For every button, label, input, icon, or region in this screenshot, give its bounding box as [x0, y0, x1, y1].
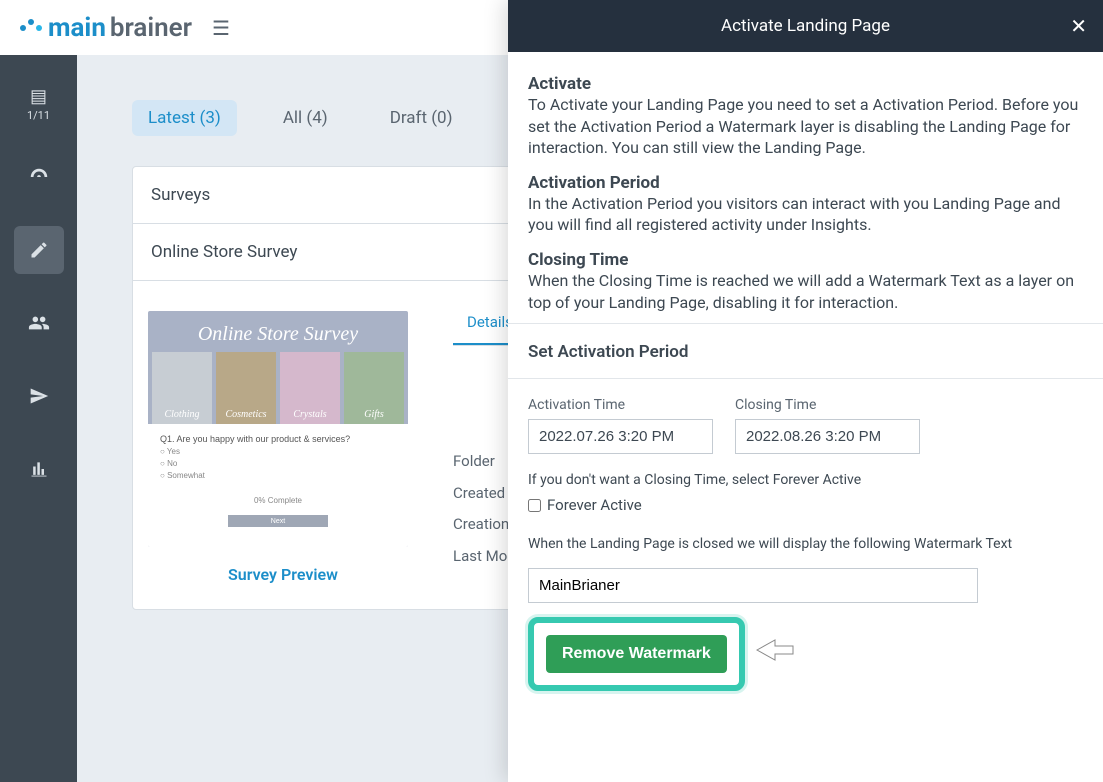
sidebar: ▤ 1/11	[0, 55, 77, 782]
survey-preview-column: Online Store Survey Clothing Cosmetics C…	[133, 281, 433, 609]
highlight-box: Remove Watermark	[528, 617, 745, 691]
closing-time-input[interactable]	[735, 419, 920, 454]
watermark-note: When the Landing Page is closed we will …	[528, 536, 1083, 552]
closing-heading: Closing Time	[528, 250, 1083, 270]
pencil-icon[interactable]	[14, 226, 64, 274]
closing-time-label: Closing Time	[735, 397, 920, 413]
activate-panel: Activate Landing Page ✕ Activate To Acti…	[508, 0, 1103, 782]
tab-all[interactable]: All (4)	[267, 100, 344, 136]
hamburger-icon[interactable]: ☰	[212, 16, 230, 40]
send-icon[interactable]	[14, 372, 64, 420]
activate-text: To Activate your Landing Page you need t…	[528, 94, 1083, 159]
close-icon[interactable]: ✕	[1070, 14, 1087, 38]
closing-text: When the Closing Time is reached we will…	[528, 270, 1083, 313]
tab-latest[interactable]: Latest (3)	[132, 100, 237, 136]
dashboard-icon[interactable]	[14, 153, 64, 201]
pointer-arrow-icon	[755, 635, 795, 673]
period-text: In the Activation Period you visitors ca…	[528, 193, 1083, 236]
tab-draft[interactable]: Draft (0)	[374, 100, 469, 136]
activation-time-label: Activation Time	[528, 397, 713, 413]
forever-active-label: Forever Active	[547, 496, 642, 514]
set-period-title: Set Activation Period	[528, 342, 1083, 362]
activation-time-input[interactable]	[528, 419, 713, 454]
users-icon[interactable]	[14, 299, 64, 347]
sidebar-stage[interactable]: ▤ 1/11	[14, 80, 64, 128]
modal-header: Activate Landing Page ✕	[508, 0, 1103, 52]
survey-thumbnail: Online Store Survey Clothing Cosmetics C…	[148, 311, 408, 547]
activate-heading: Activate	[528, 74, 1083, 94]
watermark-text-input[interactable]	[528, 568, 978, 603]
forever-note: If you don't want a Closing Time, select…	[528, 472, 1083, 488]
forever-active-checkbox[interactable]	[528, 499, 541, 512]
chart-icon[interactable]	[14, 445, 64, 493]
modal-title: Activate Landing Page	[721, 16, 890, 36]
period-heading: Activation Period	[528, 173, 1083, 193]
survey-preview-link[interactable]: Survey Preview	[133, 547, 433, 609]
remove-watermark-button[interactable]: Remove Watermark	[546, 635, 727, 673]
logo: mainbrainer	[20, 13, 192, 43]
